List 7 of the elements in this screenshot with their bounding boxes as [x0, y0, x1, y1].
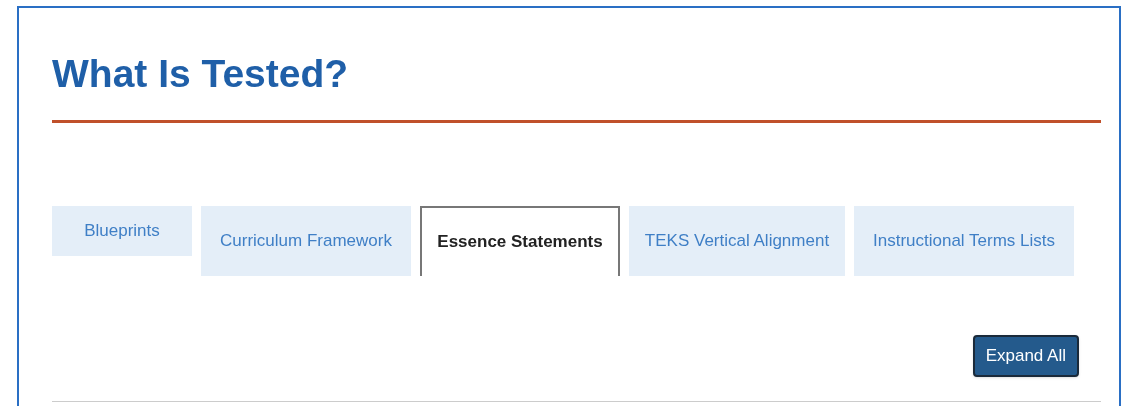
tab[interactable]: Instructional Terms Lists — [854, 206, 1074, 276]
tab[interactable]: Essence Statements — [420, 206, 620, 276]
page-title: What Is Tested? — [52, 51, 349, 97]
expand-all-button[interactable]: Expand All — [972, 335, 1079, 377]
tab[interactable]: TEKS Vertical Alignment — [629, 206, 845, 276]
tab[interactable]: Curriculum Framework — [201, 206, 411, 276]
tab[interactable]: Blueprints — [52, 206, 192, 256]
